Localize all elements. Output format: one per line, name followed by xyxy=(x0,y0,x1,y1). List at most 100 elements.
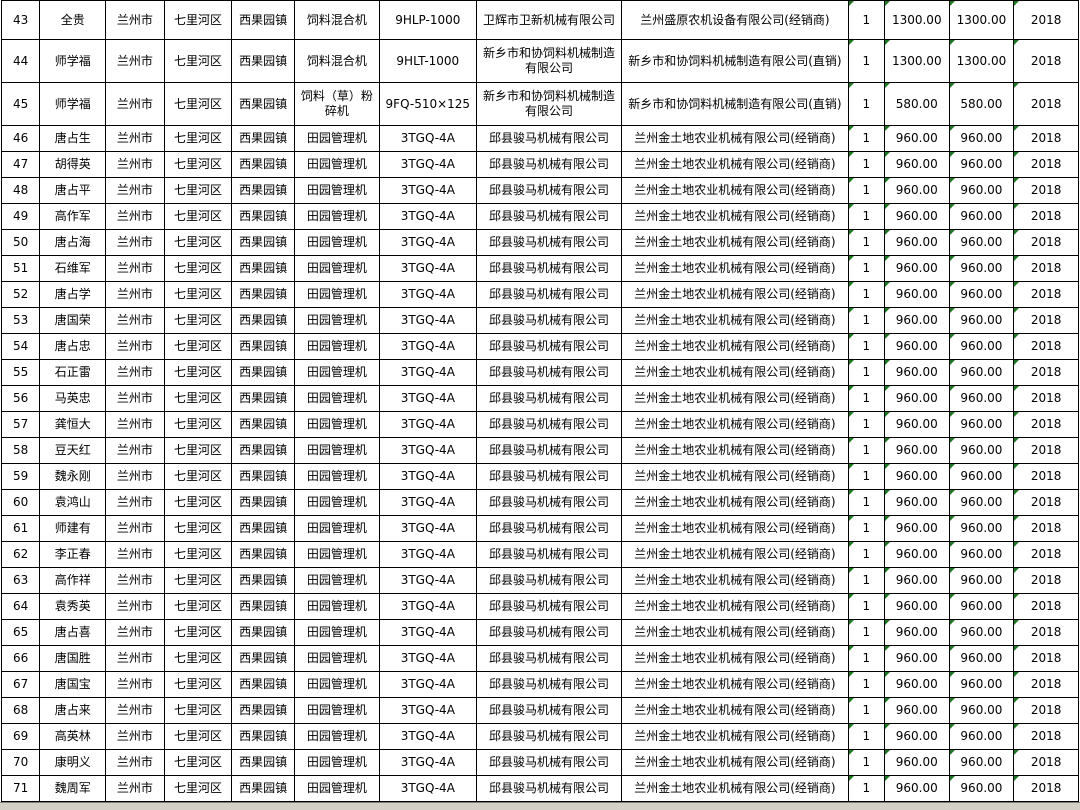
cell-name[interactable]: 唐占忠 xyxy=(39,333,107,360)
cell-year[interactable]: 2018 xyxy=(1013,749,1079,776)
cell-machine-type[interactable]: 田园管理机 xyxy=(293,411,380,438)
cell-manufacturer[interactable]: 邱县骏马机械有限公司 xyxy=(475,593,623,620)
cell-manufacturer[interactable]: 邱县骏马机械有限公司 xyxy=(475,125,623,152)
cell-town[interactable]: 西果园镇 xyxy=(231,411,295,438)
cell-city[interactable]: 兰州市 xyxy=(105,515,165,542)
cell-dealer[interactable]: 兰州盛原农机设备有限公司(经销商) xyxy=(621,0,849,40)
cell-unit-price[interactable]: 960.00 xyxy=(883,775,950,802)
cell-quantity[interactable]: 1 xyxy=(847,255,885,282)
cell-unit-price[interactable]: 960.00 xyxy=(883,229,950,256)
cell-year[interactable]: 2018 xyxy=(1013,437,1079,464)
cell-total-price[interactable]: 960.00 xyxy=(948,671,1015,698)
cell-name[interactable]: 胡得英 xyxy=(39,151,107,178)
cell-quantity[interactable]: 1 xyxy=(847,697,885,724)
table-row[interactable]: 54 唐占忠 兰州市 七里河区 西果园镇 田园管理机 3TGQ-4A 邱县骏马机械有限公司 兰州… xyxy=(0,333,1079,360)
cell-total-price[interactable]: 960.00 xyxy=(948,619,1015,646)
cell-manufacturer[interactable]: 邱县骏马机械有限公司 xyxy=(475,775,623,802)
cell-district[interactable]: 七里河区 xyxy=(163,775,233,802)
cell-dealer[interactable]: 兰州金土地农业机械有限公司(经销商) xyxy=(621,229,849,256)
cell-quantity[interactable]: 1 xyxy=(847,671,885,698)
cell-name[interactable]: 师学福 xyxy=(39,82,107,126)
cell-manufacturer[interactable]: 邱县骏马机械有限公司 xyxy=(475,541,623,568)
table-row[interactable]: 56 马英忠 兰州市 七里河区 西果园镇 田园管理机 3TGQ-4A 邱县骏马机械有限公司 兰州… xyxy=(0,385,1079,412)
cell-manufacturer[interactable]: 邱县骏马机械有限公司 xyxy=(475,307,623,334)
table-row[interactable]: 44 师学福 兰州市 七里河区 西果园镇 饲料混合机 9HLT-1000 新乡市和协饲料机械制… xyxy=(0,39,1079,83)
cell-unit-price[interactable]: 960.00 xyxy=(883,359,950,386)
cell-manufacturer[interactable]: 邱县骏马机械有限公司 xyxy=(475,203,623,230)
cell-index[interactable]: 53 xyxy=(0,307,41,334)
cell-total-price[interactable]: 960.00 xyxy=(948,515,1015,542)
cell-index[interactable]: 43 xyxy=(0,0,41,40)
cell-district[interactable]: 七里河区 xyxy=(163,671,233,698)
cell-manufacturer[interactable]: 邱县骏马机械有限公司 xyxy=(475,619,623,646)
cell-district[interactable]: 七里河区 xyxy=(163,385,233,412)
cell-unit-price[interactable]: 960.00 xyxy=(883,281,950,308)
cell-machine-type[interactable]: 田园管理机 xyxy=(293,515,380,542)
cell-index[interactable]: 54 xyxy=(0,333,41,360)
cell-unit-price[interactable]: 960.00 xyxy=(883,411,950,438)
cell-total-price[interactable]: 1300.00 xyxy=(948,39,1015,83)
cell-district[interactable]: 七里河区 xyxy=(163,749,233,776)
cell-machine-type[interactable]: 田园管理机 xyxy=(293,749,380,776)
cell-town[interactable]: 西果园镇 xyxy=(231,203,295,230)
cell-year[interactable]: 2018 xyxy=(1013,281,1079,308)
cell-index[interactable]: 45 xyxy=(0,82,41,126)
cell-total-price[interactable]: 960.00 xyxy=(948,411,1015,438)
cell-name[interactable]: 全贵 xyxy=(39,0,107,40)
cell-unit-price[interactable]: 960.00 xyxy=(883,619,950,646)
cell-quantity[interactable]: 1 xyxy=(847,203,885,230)
cell-unit-price[interactable]: 960.00 xyxy=(883,437,950,464)
cell-year[interactable]: 2018 xyxy=(1013,151,1079,178)
cell-dealer[interactable]: 兰州金土地农业机械有限公司(经销商) xyxy=(621,333,849,360)
cell-name[interactable]: 高英林 xyxy=(39,723,107,750)
cell-dealer[interactable]: 兰州金土地农业机械有限公司(经销商) xyxy=(621,567,849,594)
cell-quantity[interactable]: 1 xyxy=(847,645,885,672)
cell-unit-price[interactable]: 960.00 xyxy=(883,593,950,620)
cell-quantity[interactable]: 1 xyxy=(847,567,885,594)
cell-dealer[interactable]: 兰州金土地农业机械有限公司(经销商) xyxy=(621,541,849,568)
cell-city[interactable]: 兰州市 xyxy=(105,593,165,620)
cell-model[interactable]: 3TGQ-4A xyxy=(378,515,477,542)
cell-unit-price[interactable]: 960.00 xyxy=(883,177,950,204)
cell-dealer[interactable]: 兰州金土地农业机械有限公司(经销商) xyxy=(621,775,849,802)
cell-index[interactable]: 63 xyxy=(0,567,41,594)
cell-model[interactable]: 3TGQ-4A xyxy=(378,229,477,256)
cell-city[interactable]: 兰州市 xyxy=(105,645,165,672)
cell-city[interactable]: 兰州市 xyxy=(105,281,165,308)
cell-index[interactable]: 68 xyxy=(0,697,41,724)
cell-quantity[interactable]: 1 xyxy=(847,333,885,360)
cell-machine-type[interactable]: 田园管理机 xyxy=(293,307,380,334)
cell-year[interactable]: 2018 xyxy=(1013,125,1079,152)
cell-manufacturer[interactable]: 新乡市和协饲料机械制造有限公司 xyxy=(475,82,623,126)
cell-district[interactable]: 七里河区 xyxy=(163,255,233,282)
cell-total-price[interactable]: 960.00 xyxy=(948,177,1015,204)
cell-district[interactable]: 七里河区 xyxy=(163,645,233,672)
cell-index[interactable]: 48 xyxy=(0,177,41,204)
table-row[interactable]: 52 唐占学 兰州市 七里河区 西果园镇 田园管理机 3TGQ-4A 邱县骏马机械有限公司 兰州… xyxy=(0,281,1079,308)
cell-year[interactable]: 2018 xyxy=(1013,411,1079,438)
table-row[interactable]: 63 高作祥 兰州市 七里河区 西果园镇 田园管理机 3TGQ-4A 邱县骏马机械有限公司 兰州… xyxy=(0,567,1079,594)
table-row[interactable]: 66 唐国胜 兰州市 七里河区 西果园镇 田园管理机 3TGQ-4A 邱县骏马机械有限公司 兰州… xyxy=(0,645,1079,672)
cell-name[interactable]: 石正雷 xyxy=(39,359,107,386)
cell-town[interactable]: 西果园镇 xyxy=(231,567,295,594)
cell-city[interactable]: 兰州市 xyxy=(105,697,165,724)
cell-name[interactable]: 唐国胜 xyxy=(39,645,107,672)
cell-manufacturer[interactable]: 邱县骏马机械有限公司 xyxy=(475,567,623,594)
cell-model[interactable]: 3TGQ-4A xyxy=(378,541,477,568)
cell-year[interactable]: 2018 xyxy=(1013,229,1079,256)
cell-quantity[interactable]: 1 xyxy=(847,151,885,178)
cell-year[interactable]: 2018 xyxy=(1013,697,1079,724)
cell-city[interactable]: 兰州市 xyxy=(105,203,165,230)
cell-total-price[interactable]: 960.00 xyxy=(948,723,1015,750)
cell-unit-price[interactable]: 960.00 xyxy=(883,567,950,594)
cell-name[interactable]: 康明义 xyxy=(39,749,107,776)
table-row[interactable]: 53 唐国荣 兰州市 七里河区 西果园镇 田园管理机 3TGQ-4A 邱县骏马机械有限公司 兰州… xyxy=(0,307,1079,334)
cell-town[interactable]: 西果园镇 xyxy=(231,333,295,360)
cell-name[interactable]: 唐占生 xyxy=(39,125,107,152)
cell-dealer[interactable]: 兰州金土地农业机械有限公司(经销商) xyxy=(621,593,849,620)
cell-dealer[interactable]: 兰州金土地农业机械有限公司(经销商) xyxy=(621,749,849,776)
cell-town[interactable]: 西果园镇 xyxy=(231,307,295,334)
cell-year[interactable]: 2018 xyxy=(1013,723,1079,750)
cell-quantity[interactable]: 1 xyxy=(847,39,885,83)
cell-model[interactable]: 3TGQ-4A xyxy=(378,593,477,620)
